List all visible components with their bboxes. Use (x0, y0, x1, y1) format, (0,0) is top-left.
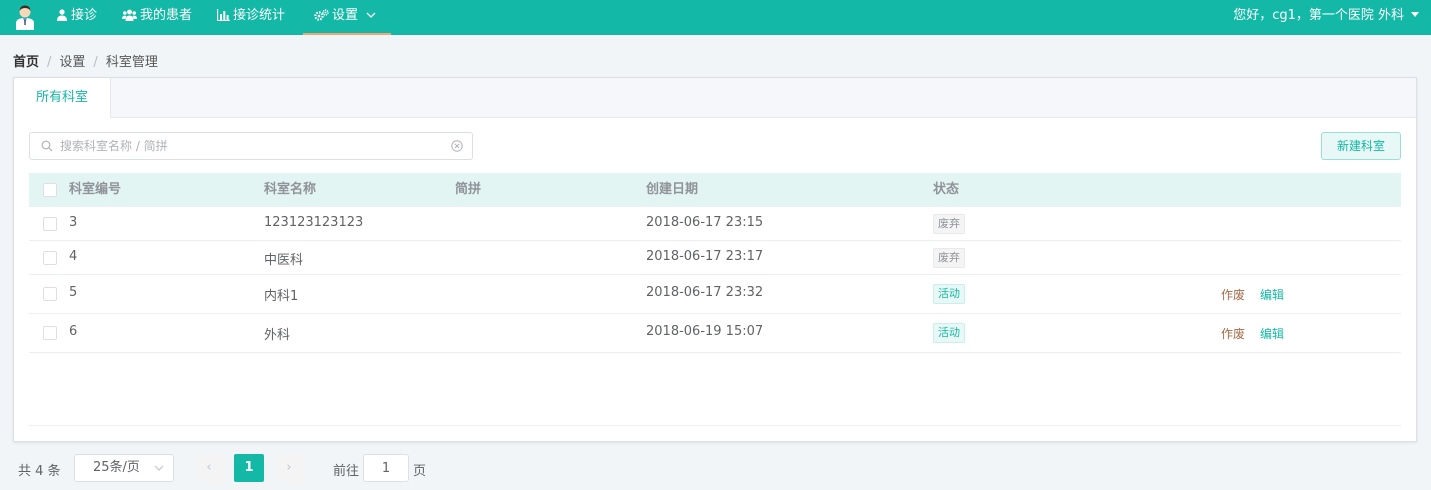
column-header-name[interactable]: 科室名称 (264, 173, 316, 207)
nav-label: 我的患者 (140, 8, 193, 23)
table-bottom-divider (29, 425, 1401, 426)
status-badge: 废弃 (933, 214, 965, 234)
breadcrumb-settings[interactable]: 设置 (59, 55, 85, 70)
tab-bar: 所有科室 (14, 78, 1416, 118)
column-header-status[interactable]: 状态 (933, 173, 959, 207)
table-header: 科室编号 科室名称 简拼 创建日期 状态 (29, 173, 1401, 207)
cell-created: 2018-06-17 23:15 (646, 215, 764, 230)
search-icon (41, 140, 53, 152)
column-header-created[interactable]: 创建日期 (646, 173, 698, 207)
page-size-select[interactable]: 25条/页 (74, 454, 174, 482)
edit-button[interactable]: 编辑 (1260, 286, 1284, 303)
column-header-pinyin[interactable]: 简拼 (455, 173, 481, 207)
user-menu[interactable]: 您好，cg1，第一个医院 外科 (1233, 0, 1419, 35)
cell-created: 2018-06-17 23:17 (646, 249, 764, 264)
users-icon (122, 9, 137, 21)
cell-name: 内科1 (264, 289, 299, 304)
chevron-down-icon (366, 12, 376, 18)
tab-all-departments[interactable]: 所有科室 (14, 78, 111, 118)
cell-name: 中医科 (264, 253, 304, 268)
table-row[interactable]: 6 外科 2018-06-19 15:07 活动 作废 编辑 (29, 314, 1401, 353)
bar-chart-icon (216, 9, 230, 22)
nav-item-settings[interactable]: 设置 (303, 0, 391, 35)
search-input[interactable] (60, 134, 440, 158)
clear-icon[interactable] (451, 140, 463, 152)
status-badge: 活动 (933, 323, 965, 343)
void-button[interactable]: 作废 (1221, 286, 1245, 303)
user-md-icon (57, 9, 67, 21)
page-size-value: 25条/页 (93, 460, 140, 475)
new-department-button[interactable]: 新建科室 (1321, 132, 1401, 160)
void-button[interactable]: 作废 (1221, 325, 1245, 342)
table-row[interactable]: 4 中医科 2018-06-17 23:17 废弃 (29, 241, 1401, 275)
doctor-avatar-icon[interactable] (14, 4, 36, 30)
table-row[interactable]: 3 123123123123 2018-06-17 23:15 废弃 (29, 207, 1401, 241)
column-header-id[interactable]: 科室编号 (69, 173, 121, 207)
nav-item-statistics[interactable]: 接诊统计 (216, 0, 286, 35)
gears-icon (314, 9, 329, 21)
cell-created: 2018-06-19 15:07 (646, 324, 764, 339)
breadcrumb-separator: / (93, 55, 98, 70)
goto-page-input[interactable] (363, 454, 409, 482)
nav-label: 接诊 (71, 8, 98, 23)
nav-item-reception[interactable]: 接诊 (56, 0, 97, 35)
page-number-current[interactable]: 1 (234, 454, 264, 482)
cell-created: 2018-06-17 23:32 (646, 285, 764, 300)
chevron-down-icon (154, 465, 164, 471)
cell-id: 4 (69, 249, 78, 264)
cell-name: 123123123123 (264, 215, 364, 230)
breadcrumb-separator: / (47, 55, 52, 70)
nav-label: 设置 (332, 8, 359, 23)
department-card: 所有科室 新建科室 科室编号 科室名称 简拼 创建日期 状态 3 1231231… (13, 77, 1417, 442)
caret-down-icon (1411, 12, 1419, 17)
row-checkbox[interactable] (43, 287, 57, 301)
status-badge: 废弃 (933, 248, 965, 268)
user-greeting-text: 您好，cg1，第一个医院 外科 (1233, 8, 1404, 23)
row-checkbox[interactable] (43, 217, 57, 231)
nav-item-my-patients[interactable]: 我的患者 (122, 0, 192, 35)
row-checkbox[interactable] (43, 251, 57, 265)
edit-button[interactable]: 编辑 (1260, 325, 1284, 342)
goto-suffix: 页 (413, 464, 427, 479)
top-navbar: 接诊 我的患者 接诊统计 设置 您好，cg1，第一个医院 外科 (0, 0, 1431, 35)
goto-prefix: 前往 (333, 464, 360, 479)
prev-page-button[interactable]: ‹ (194, 454, 224, 482)
cell-id: 3 (69, 215, 78, 230)
status-badge: 活动 (933, 284, 965, 304)
breadcrumb-current: 科室管理 (105, 55, 158, 70)
next-page-button[interactable]: › (274, 454, 304, 482)
cell-id: 5 (69, 285, 78, 300)
breadcrumb: 首页 / 设置 / 科室管理 (13, 51, 158, 70)
nav-label: 接诊统计 (233, 8, 286, 23)
select-all-checkbox[interactable] (43, 183, 57, 197)
row-checkbox[interactable] (43, 326, 57, 340)
search-box (29, 132, 473, 160)
cell-id: 6 (69, 324, 78, 339)
table-row[interactable]: 5 内科1 2018-06-17 23:32 活动 作废 编辑 (29, 275, 1401, 314)
cell-name: 外科 (264, 328, 291, 343)
total-count: 共 4 条 (18, 464, 61, 479)
breadcrumb-home[interactable]: 首页 (13, 55, 39, 70)
